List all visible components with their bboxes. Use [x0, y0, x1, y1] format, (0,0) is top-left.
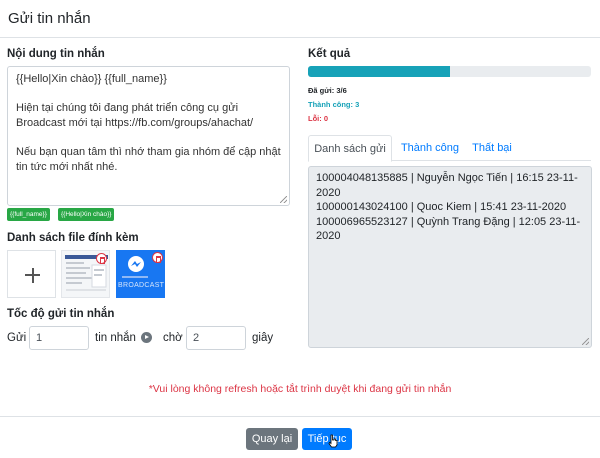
success-count: Thành công: 3 [308, 100, 360, 109]
send-label: Gửi [7, 332, 27, 344]
resize-grip-icon[interactable] [280, 196, 287, 203]
send-list-textarea[interactable]: 100004048135885 | Nguyễn Ngọc Tiến | 16:… [308, 166, 592, 348]
list-item: 100000143024100 | Quoc Kiem | 15:41 23-1… [316, 201, 567, 213]
result-section-title: Kết quả [308, 48, 351, 60]
modal-footer: Quay lại Tiếp tục [0, 416, 600, 458]
no-refresh-warning: *Vui lòng không refresh hoặc tắt trình d… [148, 383, 452, 395]
arrow-right-icon [141, 332, 152, 343]
delete-attachment-icon[interactable] [152, 252, 163, 263]
wait-label: chờ [163, 332, 183, 344]
speed-row: Gửi tin nhắn chờ giây [7, 326, 297, 350]
messages-label: tin nhắn [95, 332, 136, 344]
tag-full-name[interactable]: {{full_name}} [7, 208, 50, 221]
hand-cursor-icon [328, 434, 338, 448]
wait-seconds-input[interactable] [186, 326, 246, 350]
list-item: 100004048135885 | Nguyễn Ngọc Tiến | 16:… [316, 172, 578, 199]
seconds-label: giây [252, 332, 274, 344]
plus-icon-stroke [31, 267, 34, 283]
send-progress-bar [308, 66, 591, 77]
message-line: {{Hello|Xin chào}} {{full_name}} [16, 73, 167, 85]
message-section-title: Nội dung tin nhắn [7, 48, 105, 60]
message-line: Nếu bạn quan tâm thì nhớ tham gia nhóm đ… [16, 145, 281, 173]
message-textarea[interactable]: {{Hello|Xin chào}} {{full_name}} Hiện tạ… [7, 66, 290, 206]
speed-section-title: Tốc độ gửi tin nhắn [7, 308, 115, 320]
delete-attachment-icon[interactable] [96, 253, 107, 264]
resize-grip-icon[interactable] [582, 338, 589, 345]
tab-send-list[interactable]: Danh sách gửi [308, 135, 392, 162]
modal-header: Gửi tin nhắn [0, 0, 600, 38]
attachment-thumbnail-2[interactable]: BROADCAST [116, 250, 165, 298]
attachment-thumbnail-1[interactable] [61, 250, 110, 298]
message-line: Hiện tại chúng tôi đang phát triển công … [16, 102, 254, 129]
tag-hello-xin-chao[interactable]: {{Hello|Xin chào}} [58, 208, 115, 221]
broadcast-thumbnail-text: BROADCAST [118, 282, 165, 289]
modal-title: Gửi tin nhắn [8, 10, 91, 27]
sent-count: Đã gửi: 3/6 [308, 86, 347, 95]
message-blank-line [16, 87, 281, 102]
add-file-button[interactable] [7, 250, 56, 298]
tab-failed[interactable]: Thất bại [466, 135, 518, 161]
attachments-section-title: Danh sách file đính kèm [7, 232, 139, 244]
tab-success[interactable]: Thành công [394, 135, 466, 161]
send-count-input[interactable] [29, 326, 89, 350]
progress-fill [308, 66, 450, 77]
list-item: 100006965523127 | Quỳnh Trang Đặng | 12:… [316, 215, 581, 243]
message-blank-line [16, 130, 281, 145]
result-tabs: Danh sách gửi Thành công Thất bại [308, 135, 591, 162]
error-count: Lỗi: 0 [308, 114, 328, 123]
back-button[interactable]: Quay lại [246, 428, 298, 450]
